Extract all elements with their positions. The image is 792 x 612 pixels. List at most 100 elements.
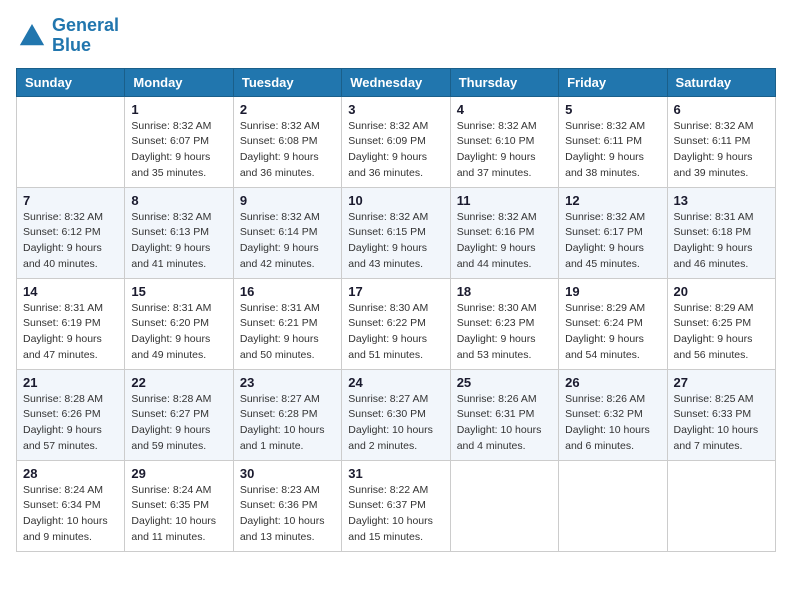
calendar-week-2: 7Sunrise: 8:32 AMSunset: 6:12 PMDaylight… bbox=[17, 187, 776, 278]
day-number: 23 bbox=[240, 375, 335, 390]
calendar-cell: 16 Sunrise: 8:31 AMSunset: 6:21 PMDayligh… bbox=[233, 278, 341, 369]
calendar-cell bbox=[559, 460, 667, 551]
day-info: Sunrise: 8:31 AMSunset: 6:21 PMDaylight:… bbox=[240, 301, 335, 364]
day-info: Sunrise: 8:29 AMSunset: 6:24 PMDaylight:… bbox=[565, 301, 660, 364]
day-info: Sunrise: 8:28 AMSunset: 6:27 PMDaylight:… bbox=[131, 392, 226, 455]
day-info: Sunrise: 8:32 AMSunset: 6:07 PMDaylight:… bbox=[131, 119, 226, 182]
day-number: 12 bbox=[565, 193, 660, 208]
calendar-cell: 6 Sunrise: 8:32 AMSunset: 6:11 PMDaylight… bbox=[667, 96, 775, 187]
day-number: 21 bbox=[23, 375, 118, 390]
logo-icon bbox=[16, 20, 48, 52]
calendar-week-5: 28 Sunrise: 8:24 AMSunset: 6:34 PMDayligh… bbox=[17, 460, 776, 551]
calendar-cell bbox=[667, 460, 775, 551]
day-info: Sunrise: 8:31 AMSunset: 6:20 PMDaylight:… bbox=[131, 301, 226, 364]
day-info: Sunrise: 8:31 AMSunset: 6:18 PMDaylight:… bbox=[674, 210, 769, 273]
calendar-cell: 5 Sunrise: 8:32 AMSunset: 6:11 PMDaylight… bbox=[559, 96, 667, 187]
day-info: Sunrise: 8:32 AMSunset: 6:17 PMDaylight:… bbox=[565, 210, 660, 273]
calendar-cell: 4 Sunrise: 8:32 AMSunset: 6:10 PMDaylight… bbox=[450, 96, 558, 187]
day-number: 1 bbox=[131, 102, 226, 117]
page-header: General Blue bbox=[16, 16, 776, 56]
calendar-week-1: 1 Sunrise: 8:32 AMSunset: 6:07 PMDaylight… bbox=[17, 96, 776, 187]
header-day-thursday: Thursday bbox=[450, 68, 558, 96]
calendar-cell: 28 Sunrise: 8:24 AMSunset: 6:34 PMDayligh… bbox=[17, 460, 125, 551]
calendar-cell: 26 Sunrise: 8:26 AMSunset: 6:32 PMDayligh… bbox=[559, 369, 667, 460]
day-number: 26 bbox=[565, 375, 660, 390]
day-info: Sunrise: 8:32 AMSunset: 6:11 PMDaylight:… bbox=[565, 119, 660, 182]
calendar-table: SundayMondayTuesdayWednesdayThursdayFrid… bbox=[16, 68, 776, 552]
day-number: 15 bbox=[131, 284, 226, 299]
day-number: 13 bbox=[674, 193, 769, 208]
day-info: Sunrise: 8:32 AMSunset: 6:10 PMDaylight:… bbox=[457, 119, 552, 182]
logo-text: General Blue bbox=[52, 16, 119, 56]
day-info: Sunrise: 8:30 AMSunset: 6:23 PMDaylight:… bbox=[457, 301, 552, 364]
day-number: 9 bbox=[240, 193, 335, 208]
calendar-cell: 11Sunrise: 8:32 AMSunset: 6:16 PMDayligh… bbox=[450, 187, 558, 278]
calendar-cell: 1 Sunrise: 8:32 AMSunset: 6:07 PMDaylight… bbox=[125, 96, 233, 187]
day-number: 10 bbox=[348, 193, 443, 208]
calendar-cell: 29 Sunrise: 8:24 AMSunset: 6:35 PMDayligh… bbox=[125, 460, 233, 551]
day-number: 28 bbox=[23, 466, 118, 481]
calendar-cell: 31 Sunrise: 8:22 AMSunset: 6:37 PMDayligh… bbox=[342, 460, 450, 551]
day-info: Sunrise: 8:30 AMSunset: 6:22 PMDaylight:… bbox=[348, 301, 443, 364]
day-info: Sunrise: 8:22 AMSunset: 6:37 PMDaylight:… bbox=[348, 483, 443, 546]
day-info: Sunrise: 8:24 AMSunset: 6:34 PMDaylight:… bbox=[23, 483, 118, 546]
day-number: 5 bbox=[565, 102, 660, 117]
calendar-cell: 21 Sunrise: 8:28 AMSunset: 6:26 PMDayligh… bbox=[17, 369, 125, 460]
day-info: Sunrise: 8:26 AMSunset: 6:31 PMDaylight:… bbox=[457, 392, 552, 455]
calendar-cell bbox=[17, 96, 125, 187]
calendar-cell: 23Sunrise: 8:27 AMSunset: 6:28 PMDayligh… bbox=[233, 369, 341, 460]
day-info: Sunrise: 8:32 AMSunset: 6:11 PMDaylight:… bbox=[674, 119, 769, 182]
day-number: 27 bbox=[674, 375, 769, 390]
day-number: 8 bbox=[131, 193, 226, 208]
calendar-cell: 30 Sunrise: 8:23 AMSunset: 6:36 PMDayligh… bbox=[233, 460, 341, 551]
calendar-cell: 13 Sunrise: 8:31 AMSunset: 6:18 PMDayligh… bbox=[667, 187, 775, 278]
calendar-cell: 27Sunrise: 8:25 AMSunset: 6:33 PMDayligh… bbox=[667, 369, 775, 460]
calendar-cell: 18 Sunrise: 8:30 AMSunset: 6:23 PMDayligh… bbox=[450, 278, 558, 369]
day-number: 19 bbox=[565, 284, 660, 299]
day-number: 30 bbox=[240, 466, 335, 481]
day-number: 6 bbox=[674, 102, 769, 117]
calendar-week-3: 14Sunrise: 8:31 AMSunset: 6:19 PMDayligh… bbox=[17, 278, 776, 369]
calendar-cell: 17 Sunrise: 8:30 AMSunset: 6:22 PMDayligh… bbox=[342, 278, 450, 369]
calendar-cell: 10Sunrise: 8:32 AMSunset: 6:15 PMDayligh… bbox=[342, 187, 450, 278]
calendar-cell: 14Sunrise: 8:31 AMSunset: 6:19 PMDayligh… bbox=[17, 278, 125, 369]
calendar-cell: 9 Sunrise: 8:32 AMSunset: 6:14 PMDaylight… bbox=[233, 187, 341, 278]
day-info: Sunrise: 8:24 AMSunset: 6:35 PMDaylight:… bbox=[131, 483, 226, 546]
header-day-tuesday: Tuesday bbox=[233, 68, 341, 96]
day-number: 4 bbox=[457, 102, 552, 117]
day-number: 31 bbox=[348, 466, 443, 481]
header-day-sunday: Sunday bbox=[17, 68, 125, 96]
day-info: Sunrise: 8:32 AMSunset: 6:14 PMDaylight:… bbox=[240, 210, 335, 273]
calendar-cell: 25Sunrise: 8:26 AMSunset: 6:31 PMDayligh… bbox=[450, 369, 558, 460]
day-number: 18 bbox=[457, 284, 552, 299]
calendar-cell: 2 Sunrise: 8:32 AMSunset: 6:08 PMDaylight… bbox=[233, 96, 341, 187]
calendar-cell bbox=[450, 460, 558, 551]
day-info: Sunrise: 8:32 AMSunset: 6:13 PMDaylight:… bbox=[131, 210, 226, 273]
day-number: 24 bbox=[348, 375, 443, 390]
day-info: Sunrise: 8:28 AMSunset: 6:26 PMDaylight:… bbox=[23, 392, 118, 455]
calendar-header-row: SundayMondayTuesdayWednesdayThursdayFrid… bbox=[17, 68, 776, 96]
day-info: Sunrise: 8:27 AMSunset: 6:30 PMDaylight:… bbox=[348, 392, 443, 455]
day-info: Sunrise: 8:23 AMSunset: 6:36 PMDaylight:… bbox=[240, 483, 335, 546]
calendar-cell: 20 Sunrise: 8:29 AMSunset: 6:25 PMDayligh… bbox=[667, 278, 775, 369]
calendar-week-4: 21 Sunrise: 8:28 AMSunset: 6:26 PMDayligh… bbox=[17, 369, 776, 460]
day-number: 3 bbox=[348, 102, 443, 117]
day-number: 16 bbox=[240, 284, 335, 299]
calendar-cell: 8 Sunrise: 8:32 AMSunset: 6:13 PMDaylight… bbox=[125, 187, 233, 278]
day-info: Sunrise: 8:32 AMSunset: 6:12 PMDaylight:… bbox=[23, 210, 118, 273]
calendar-cell: 15 Sunrise: 8:31 AMSunset: 6:20 PMDayligh… bbox=[125, 278, 233, 369]
day-number: 22 bbox=[131, 375, 226, 390]
header-day-saturday: Saturday bbox=[667, 68, 775, 96]
calendar-cell: 12 Sunrise: 8:32 AMSunset: 6:17 PMDayligh… bbox=[559, 187, 667, 278]
header-day-friday: Friday bbox=[559, 68, 667, 96]
day-info: Sunrise: 8:32 AMSunset: 6:09 PMDaylight:… bbox=[348, 119, 443, 182]
header-day-wednesday: Wednesday bbox=[342, 68, 450, 96]
calendar-cell: 7Sunrise: 8:32 AMSunset: 6:12 PMDaylight… bbox=[17, 187, 125, 278]
day-number: 29 bbox=[131, 466, 226, 481]
day-number: 2 bbox=[240, 102, 335, 117]
day-number: 20 bbox=[674, 284, 769, 299]
day-info: Sunrise: 8:26 AMSunset: 6:32 PMDaylight:… bbox=[565, 392, 660, 455]
day-info: Sunrise: 8:29 AMSunset: 6:25 PMDaylight:… bbox=[674, 301, 769, 364]
day-info: Sunrise: 8:32 AMSunset: 6:08 PMDaylight:… bbox=[240, 119, 335, 182]
day-number: 17 bbox=[348, 284, 443, 299]
